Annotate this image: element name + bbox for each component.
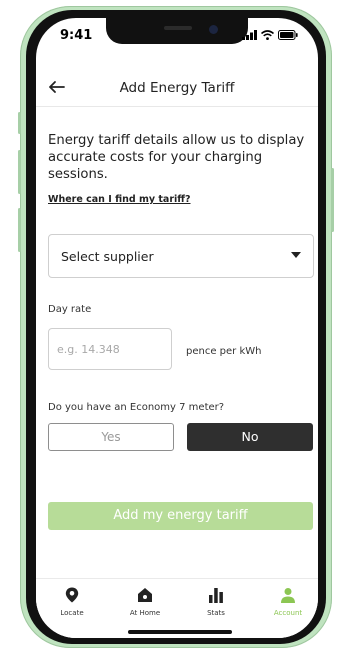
phone-screen: 9:41 Add Energy Tariff Energy tariff det… (36, 18, 318, 638)
tab-account-label: Account (273, 609, 303, 617)
bar-chart-icon (209, 588, 223, 603)
phone-side-button-volume-up (18, 150, 21, 194)
day-rate-unit: pence per kWh (186, 346, 262, 357)
status-time: 9:41 (60, 28, 93, 43)
economy7-no-button[interactable]: No (187, 423, 313, 451)
economy7-question: Do you have an Economy 7 meter? (48, 402, 225, 413)
phone-side-button-volume-down (18, 208, 21, 252)
supplier-select-value: Select supplier (61, 249, 154, 264)
signal-icon (242, 30, 257, 40)
bottom-tab-bar: Locate At Home Stats Account (36, 578, 318, 638)
location-pin-icon (65, 587, 79, 603)
person-icon (281, 588, 295, 603)
front-camera (209, 25, 218, 34)
notch (106, 18, 248, 44)
wifi-icon (261, 30, 274, 40)
find-tariff-link[interactable]: Where can I find my tariff? (48, 194, 191, 205)
supplier-select[interactable]: Select supplier (48, 234, 314, 278)
tab-account[interactable]: Account (258, 587, 318, 617)
tab-at-home-label: At Home (129, 609, 161, 617)
home-indicator (128, 630, 232, 634)
page-title: Add Energy Tariff (119, 80, 235, 96)
tab-stats[interactable]: Stats (186, 587, 246, 617)
tab-locate[interactable]: Locate (42, 587, 102, 617)
intro-text: Energy tariff details allow us to displa… (48, 133, 305, 182)
day-rate-label: Day rate (48, 304, 92, 315)
home-icon (138, 588, 152, 602)
day-rate-input[interactable] (48, 328, 172, 370)
phone-side-button-silent (18, 112, 21, 134)
app-header: Add Energy Tariff (36, 74, 318, 107)
tab-locate-label: Locate (60, 609, 84, 617)
economy7-yes-button[interactable]: Yes (48, 423, 174, 451)
battery-icon (278, 30, 298, 40)
status-icons (242, 30, 298, 40)
caret-down-icon (291, 252, 301, 258)
tab-stats-label: Stats (207, 609, 225, 617)
add-tariff-button[interactable]: Add my energy tariff (48, 502, 313, 530)
tab-at-home[interactable]: At Home (115, 587, 175, 617)
phone-side-button-power (331, 168, 334, 232)
speaker-grille (164, 26, 192, 30)
